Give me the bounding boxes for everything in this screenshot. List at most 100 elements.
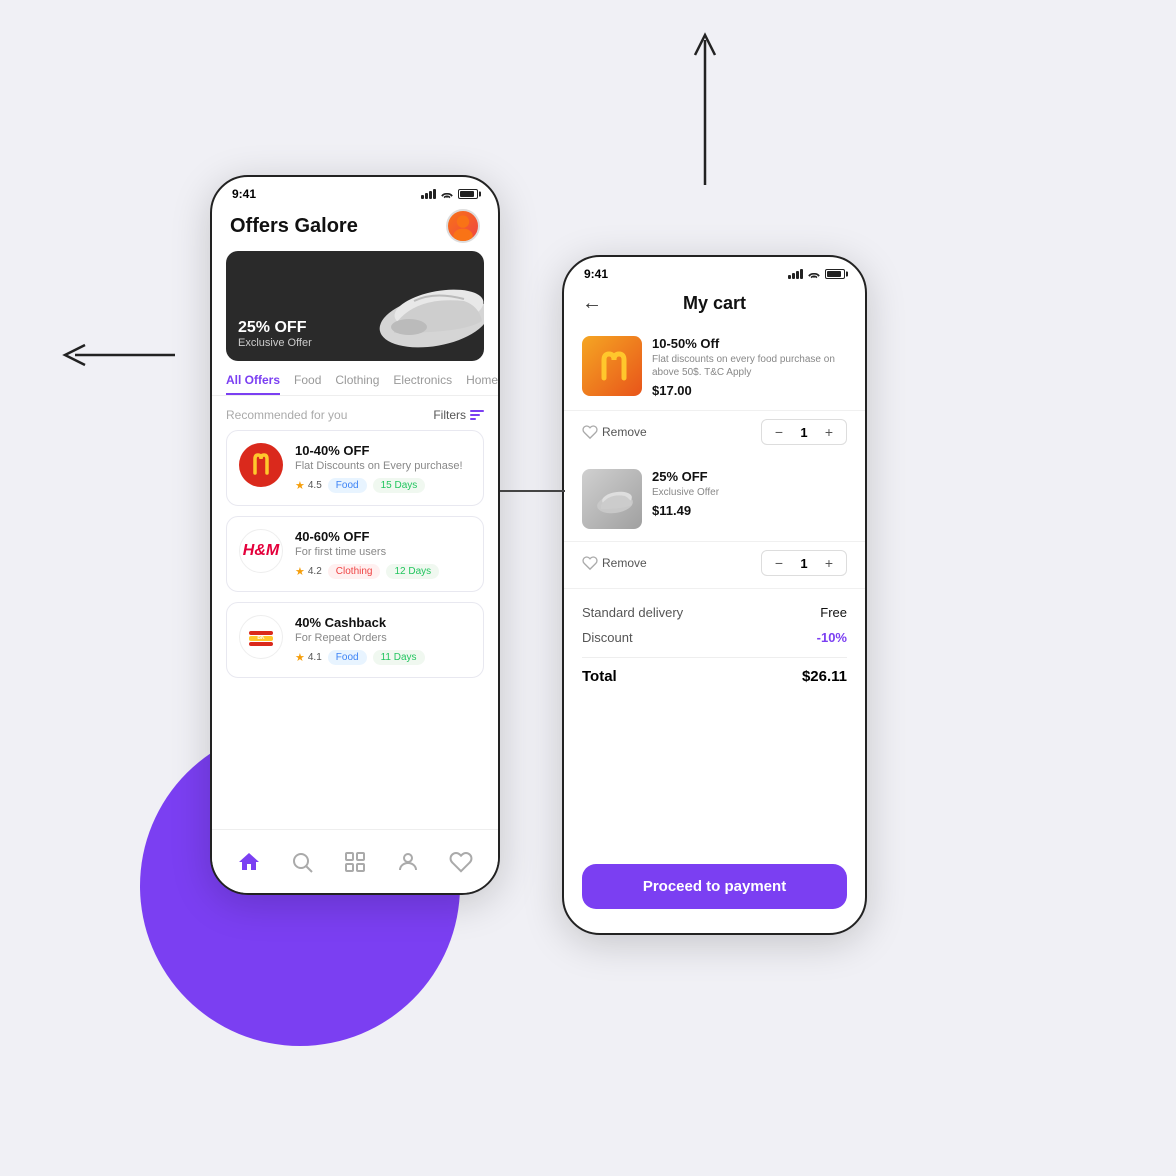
qty-increase-1[interactable]: + <box>820 423 838 441</box>
category-tabs: All Offers Food Clothing Electronics Hom… <box>212 373 498 396</box>
shoe-cart-icon <box>587 479 637 519</box>
nav-heart[interactable] <box>449 850 473 874</box>
star-icon: ★ <box>295 479 305 492</box>
cart-item-1-desc: Flat discounts on every food purchase on… <box>652 353 847 379</box>
payment-button-container: Proceed to payment <box>582 864 847 909</box>
wifi-icon <box>440 189 454 200</box>
tab-food[interactable]: Food <box>294 373 321 395</box>
time-left: 9:41 <box>232 187 256 201</box>
cart-header: ← My cart <box>564 285 865 324</box>
summary-discount-row: Discount -10% <box>582 630 847 645</box>
cart-item-2-desc: Exclusive Offer <box>652 486 847 499</box>
battery-right-icon <box>825 269 845 279</box>
offer-info-hm: 40-60% OFF For first time users ★ 4.2 Cl… <box>295 529 471 579</box>
qty-decrease-2[interactable]: − <box>770 554 788 572</box>
rating-value-3: 4.1 <box>308 652 322 663</box>
filters-button[interactable]: Filters <box>433 408 484 422</box>
signal-bars-right-icon <box>788 269 803 279</box>
remove-label-2: Remove <box>602 556 647 570</box>
offer-title-2: 40-60% OFF <box>295 529 471 544</box>
cart-item-1-price: $17.00 <box>652 383 847 398</box>
qty-control-2: − 1 + <box>761 550 847 576</box>
rating-1: ★ 4.5 <box>295 479 322 492</box>
battery-icon <box>458 189 478 199</box>
offer-card-hm[interactable]: H&M 40-60% OFF For first time users ★ 4.… <box>226 516 484 592</box>
total-value: $26.11 <box>802 668 847 685</box>
phone-left: 9:41 Offers Galore <box>210 175 500 895</box>
tag-food-3: Food <box>328 650 367 665</box>
hero-shoe-image <box>334 251 484 361</box>
avatar[interactable] <box>446 209 480 243</box>
offer-card-burgerking[interactable]: BK 40% Cashback For Repeat Orders ★ 4.1 … <box>226 602 484 678</box>
filters-label: Filters <box>433 408 466 422</box>
rating-value-1: 4.5 <box>308 480 322 491</box>
phone-right: 9:41 ← My cart <box>562 255 867 935</box>
total-label: Total <box>582 668 617 685</box>
connector-line <box>500 490 565 492</box>
cart-item-1-title: 10-50% Off <box>652 336 847 351</box>
hero-banner: 25% OFF Exclusive Offer <box>226 251 484 361</box>
offer-desc-3: For Repeat Orders <box>295 632 471 644</box>
tab-electronics[interactable]: Electronics <box>393 373 452 395</box>
hero-subtitle: Exclusive Offer <box>238 337 312 349</box>
status-icons-right <box>788 269 845 280</box>
wishlist-button-1[interactable]: Remove <box>582 424 647 440</box>
hero-discount: 25% OFF <box>238 319 312 337</box>
nav-user[interactable] <box>396 850 420 874</box>
proceed-to-payment-button[interactable]: Proceed to payment <box>582 864 847 909</box>
delivery-value: Free <box>820 605 847 620</box>
offer-tags-3: ★ 4.1 Food 11 Days <box>295 650 471 665</box>
cart-item-1-info: 10-50% Off Flat discounts on every food … <box>652 336 847 398</box>
cart-item-1: 10-50% Off Flat discounts on every food … <box>564 324 865 411</box>
remove-label-1: Remove <box>602 425 647 439</box>
rating-2: ★ 4.2 <box>295 565 322 578</box>
filter-row: Recommended for you Filters <box>212 404 498 430</box>
mcdonalds-logo <box>239 443 283 487</box>
discount-value: -10% <box>817 630 847 645</box>
tab-home[interactable]: Home <box>466 373 498 395</box>
cart-item-1-actions: Remove − 1 + <box>564 411 865 457</box>
cart-title: My cart <box>683 293 746 314</box>
offer-title-3: 40% Cashback <box>295 615 471 630</box>
cart-item-2-title: 25% OFF <box>652 469 847 484</box>
burgerking-logo: BK <box>239 615 283 659</box>
delivery-label: Standard delivery <box>582 605 683 620</box>
nav-grid[interactable] <box>343 850 367 874</box>
nav-search[interactable] <box>290 850 314 874</box>
back-button[interactable]: ← <box>582 292 602 315</box>
rating-value-2: 4.2 <box>308 566 322 577</box>
tag-food-1: Food <box>328 478 367 493</box>
status-icons-left <box>421 189 478 200</box>
tag-clothing-2: Clothing <box>328 564 381 579</box>
star-icon-2: ★ <box>295 565 305 578</box>
arrow-left-icon <box>60 340 180 370</box>
qty-control-1: − 1 + <box>761 419 847 445</box>
shoe-svg <box>334 251 484 361</box>
status-bar-right: 9:41 <box>564 257 865 285</box>
qty-decrease-1[interactable]: − <box>770 423 788 441</box>
offer-card-mcdonalds[interactable]: 10-40% OFF Flat Discounts on Every purch… <box>226 430 484 506</box>
avatar-image <box>448 211 478 241</box>
user-icon <box>396 850 420 874</box>
qty-increase-2[interactable]: + <box>820 554 838 572</box>
wishlist-button-2[interactable]: Remove <box>582 555 647 571</box>
qty-value-2: 1 <box>796 556 812 571</box>
mcdonalds-icon <box>247 451 275 479</box>
cart-item-1-image <box>582 336 642 396</box>
tab-all-offers[interactable]: All Offers <box>226 373 280 395</box>
summary-delivery-row: Standard delivery Free <box>582 605 847 620</box>
nav-home[interactable] <box>237 850 261 874</box>
star-icon-3: ★ <box>295 651 305 664</box>
app-title: Offers Galore <box>230 215 358 238</box>
cart-item-2-info: 25% OFF Exclusive Offer $11.49 <box>652 469 847 518</box>
signal-bars-icon <box>421 189 436 199</box>
wifi-right-icon <box>807 269 821 280</box>
offer-desc-1: Flat Discounts on Every purchase! <box>295 460 471 472</box>
tab-clothing[interactable]: Clothing <box>335 373 379 395</box>
cart-item-2-price: $11.49 <box>652 503 847 518</box>
status-bar-left: 9:41 <box>212 177 498 205</box>
grid-icon <box>343 850 367 874</box>
app-header: Offers Galore <box>212 205 498 251</box>
tag-days-3: 11 Days <box>373 650 425 665</box>
search-icon <box>290 850 314 874</box>
